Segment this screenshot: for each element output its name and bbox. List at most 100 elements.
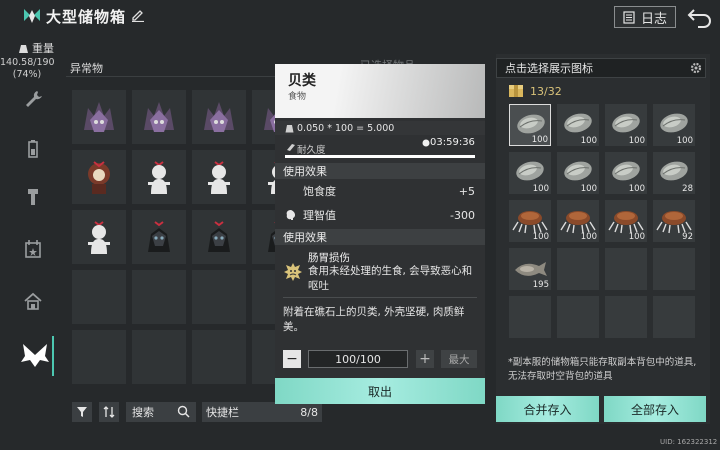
storage-slot-count: 100	[532, 184, 549, 194]
item-name: 贝类	[288, 73, 316, 89]
storage-slot[interactable]	[509, 296, 551, 338]
back-icon[interactable]	[686, 4, 714, 30]
quantity-max-button[interactable]: 最大	[441, 350, 477, 368]
abnormal-slot[interactable]	[192, 210, 246, 264]
storage-slot[interactable]	[605, 296, 647, 338]
storage-slot[interactable]: 100	[509, 152, 551, 194]
weight-percent: (74%)	[12, 69, 42, 80]
storage-slot-count: 28	[682, 184, 693, 194]
abnormal-section-title: 异常物	[70, 62, 103, 75]
abnormal-slot[interactable]	[132, 270, 186, 324]
storage-slot[interactable]	[557, 296, 599, 338]
store-all-button[interactable]: 全部存入	[604, 396, 706, 422]
journal-button[interactable]: 日志	[614, 6, 676, 28]
abnormal-slot[interactable]	[192, 330, 246, 384]
dark-creature-icon	[208, 221, 230, 252]
effect-name: 肠胃损伤	[308, 252, 350, 264]
wrench-icon[interactable]	[22, 88, 44, 110]
storage-slot[interactable]	[605, 248, 647, 290]
edit-icon[interactable]	[131, 8, 145, 22]
journal-icon	[623, 10, 635, 24]
storage-slot-count: 100	[628, 184, 645, 194]
storage-slot[interactable]	[653, 248, 695, 290]
quantity-input[interactable]: 100/100	[308, 350, 408, 368]
abnormal-slot[interactable]	[72, 330, 126, 384]
effects-section-header: 使用效果	[275, 163, 485, 179]
quickbar-label: 快捷栏	[206, 406, 239, 419]
abnormal-slot[interactable]	[132, 330, 186, 384]
abnormal-slot[interactable]	[132, 90, 186, 144]
storage-slot[interactable]: 100	[557, 104, 599, 146]
satiety-value: +5	[458, 184, 475, 198]
storage-slot[interactable]: 195	[509, 248, 551, 290]
storage-slot-count: 100	[580, 232, 597, 242]
storage-slot-count: 92	[682, 232, 693, 242]
storage-slot[interactable]: 100	[653, 104, 695, 146]
storage-slot[interactable]: 100	[557, 152, 599, 194]
durability-icon	[287, 144, 295, 151]
sanity-value: -300	[450, 208, 475, 222]
gear-icon[interactable]	[690, 62, 702, 74]
take-out-button[interactable]: 取出	[275, 378, 485, 404]
storage-slot[interactable]: 100	[509, 200, 551, 242]
purple-creature-icon	[204, 102, 234, 132]
sanity-row: 理智值 -300	[275, 204, 485, 226]
abnormal-slot[interactable]	[72, 90, 126, 144]
abnormal-slot[interactable]	[132, 150, 186, 204]
storage-slot[interactable]: 100	[557, 200, 599, 242]
debuff-icon	[284, 263, 302, 281]
use-effects-section-header: 使用效果	[275, 229, 485, 245]
weight-label-text: 重量	[32, 42, 54, 55]
storage-slot[interactable]: 100	[605, 104, 647, 146]
quickbar-button[interactable]: 快捷栏 8/8	[202, 402, 322, 422]
quantity-minus-button[interactable]: −	[283, 350, 301, 368]
storage-slot[interactable]: 100	[605, 200, 647, 242]
doll-silhouette-icon	[88, 221, 110, 254]
effect-description: 食用未经处理的生食, 会导致恶心和呕吐	[308, 265, 473, 292]
storage-slot[interactable]: 92	[653, 200, 695, 242]
storage-slot[interactable]: 100	[605, 152, 647, 194]
abnormal-slot[interactable]	[72, 270, 126, 324]
satiety-label: 饱食度	[303, 185, 336, 198]
filter-button[interactable]	[72, 402, 92, 422]
journal-label: 日志	[640, 11, 667, 27]
storage-slot-count: 100	[580, 184, 597, 194]
storage-note: *副本服的储物箱只能存取副本背包中的道具, 无法存取时空背包的道具	[508, 357, 697, 382]
storage-slot-count: 100	[580, 136, 597, 146]
satiety-row: 饱食度 +5	[275, 180, 570, 202]
user-id: UID: 162322312	[660, 438, 718, 446]
weight-value: 140.58/190	[0, 57, 55, 68]
abnormal-slot[interactable]	[192, 150, 246, 204]
weight-icon	[285, 124, 294, 132]
abnormal-slot[interactable]	[192, 270, 246, 324]
storage-slot-count: 100	[531, 135, 548, 145]
sort-button[interactable]	[99, 402, 119, 422]
abnormal-slot[interactable]	[132, 210, 186, 264]
search-icon[interactable]	[177, 405, 190, 418]
sort-icon	[103, 406, 115, 418]
timer-icon	[422, 139, 430, 147]
battery-icon[interactable]	[22, 138, 44, 160]
sidebar-active-indicator	[52, 336, 54, 376]
storage-slot-count: 100	[532, 232, 549, 242]
abnormal-slot[interactable]	[72, 150, 126, 204]
abnormal-slot[interactable]	[192, 90, 246, 144]
weight-icon	[19, 44, 28, 53]
storage-slot[interactable]: 100	[509, 104, 551, 146]
hooded-doll-icon	[88, 161, 110, 194]
box-icon	[509, 85, 523, 97]
house-icon[interactable]	[22, 290, 44, 312]
flashlight-icon[interactable]	[22, 186, 44, 208]
butterfly-icon[interactable]	[18, 340, 52, 370]
storage-slot-count: 100	[628, 232, 645, 242]
storage-slot[interactable]	[557, 248, 599, 290]
quantity-plus-button[interactable]: +	[416, 350, 434, 368]
display-icon-select[interactable]: 点击选择展示图标	[496, 58, 706, 78]
merge-store-button[interactable]: 合并存入	[496, 396, 599, 422]
abnormal-slot[interactable]	[72, 210, 126, 264]
doll-silhouette-icon	[208, 161, 230, 194]
storage-slot[interactable]	[653, 296, 695, 338]
calendar-icon[interactable]	[22, 238, 44, 260]
storage-slot[interactable]: 28	[653, 152, 695, 194]
filter-icon	[77, 407, 87, 417]
